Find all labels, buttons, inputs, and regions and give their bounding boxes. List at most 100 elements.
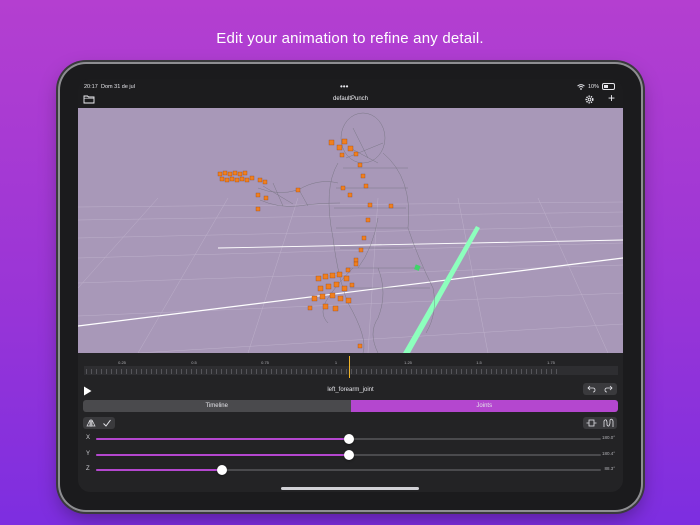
scene-canvas[interactable] [78,108,623,353]
ruler-minor-tick [411,369,412,374]
joint-cubes [217,138,394,349]
ruler-minor-tick [91,369,92,374]
ruler-minor-tick [421,369,422,374]
slider-axis-label: Z [86,466,90,472]
headline: Edit your animation to refine any detail… [216,30,484,47]
slider-track[interactable] [96,465,601,475]
undo-icon[interactable] [587,385,596,393]
ruler-minor-tick [201,369,202,374]
ruler-minor-tick [541,369,542,374]
ruler-minor-tick [101,369,102,374]
slider-y: Y 180.4° [78,449,623,461]
ruler-minor-tick [446,369,447,374]
ruler-minor-tick [536,369,537,374]
ruler-minor-tick [106,369,107,374]
ruler-minor-tick [346,369,347,374]
ruler-minor-tick [96,369,97,374]
joint-name: left_forearm_joint [327,387,374,393]
bottom-panel: 0.25 0.5 0.75 1 1.25 1.5 1.75 left_forea… [78,353,623,492]
slider-thumb[interactable] [343,450,354,460]
home-indicator[interactable] [281,487,419,490]
ruler-minor-tick [511,369,512,374]
right-tool-group [583,417,617,429]
ruler-minor-tick [376,369,377,374]
slider-fill [96,469,223,471]
app-screen: 20:17 Dom 31 de jul ••• 10% defaultPunch… [78,79,623,492]
ruler-minor-tick [246,369,247,374]
ruler-minor-tick [186,369,187,374]
slider-axis-label: X [86,435,91,441]
green-handle [414,264,421,271]
playhead[interactable] [349,356,350,378]
ruler-minor-tick [426,369,427,374]
ruler-minor-tick [366,369,367,374]
slider-thumb[interactable] [343,434,354,444]
ruler-minor-tick [121,369,122,374]
ruler-minor-tick [256,369,257,374]
ruler-minor-tick [456,369,457,374]
ruler-minor-tick [476,369,477,374]
gear-icon[interactable] [584,94,595,105]
tab-joints[interactable]: Joints [350,400,618,412]
multitask-dots-icon[interactable]: ••• [340,82,348,91]
ruler-minor-tick [241,369,242,374]
character-wireframe [257,112,435,353]
ruler-minor-tick [441,369,442,374]
ruler-minor-tick [141,369,142,374]
3d-viewport[interactable] [78,108,623,353]
ruler-minor-tick [486,369,487,374]
ruler-minor-tick [431,369,432,374]
ruler-minor-tick [301,369,302,374]
tab-timeline[interactable]: Timeline [83,400,351,412]
ruler-minor-tick [341,369,342,374]
ruler-minor-tick [496,369,497,374]
ruler-minor-tick [261,369,262,374]
status-time: 20:17 [84,84,98,90]
slider-thumb[interactable] [217,465,228,475]
ruler-minor-tick [146,369,147,374]
ruler-minor-tick [196,369,197,374]
tick-label: 0.5 [191,360,197,365]
battery-icon [602,83,615,90]
ruler-minor-tick [506,369,507,374]
mirror-icon[interactable] [86,418,96,428]
ruler-minor-tick [216,369,217,374]
redo-icon[interactable] [604,385,613,393]
ruler-minor-tick [521,369,522,374]
ruler-minor-tick [86,369,87,374]
ruler-minor-tick [291,369,292,374]
status-date: Dom 31 de jul [101,84,135,90]
ruler-minor-tick [176,369,177,374]
ruler-minor-tick [451,369,452,374]
slider-track[interactable] [96,434,601,444]
slider-value: 88.3° [604,466,615,471]
curve-icon[interactable] [603,418,614,428]
ruler-minor-tick [191,369,192,374]
mode-segmented-control: Timeline Joints [83,400,618,412]
ruler-minor-tick [171,369,172,374]
add-button[interactable]: + [608,92,615,104]
ruler-minor-tick [416,369,417,374]
timeline-ruler[interactable]: 0.25 0.5 0.75 1 1.25 1.5 1.75 [84,356,618,375]
ruler-minor-tick [316,369,317,374]
ruler-minor-tick [531,369,532,374]
ruler-minor-tick [181,369,182,374]
slider-value: 180.0° [601,435,615,440]
tick-label: 1.25 [404,360,412,365]
keyframe-icon[interactable] [586,418,597,428]
slider-z: Z 88.3° [78,464,623,476]
ruler-minor-tick [311,369,312,374]
slider-track[interactable] [96,450,601,460]
tick-label: 1.5 [476,360,482,365]
ruler-minor-tick [326,369,327,374]
ruler-minor-tick [286,369,287,374]
checkmark-icon[interactable] [102,418,112,428]
ruler-minor-tick [136,369,137,374]
status-bar: 20:17 Dom 31 de jul ••• 10% [78,79,623,94]
ruler-minor-tick [526,369,527,374]
ruler-minor-tick [391,369,392,374]
y-axis-green [403,226,480,353]
ruler-minor-tick [126,369,127,374]
ruler-minor-tick [406,369,407,374]
tick-label: 1 [334,360,338,365]
